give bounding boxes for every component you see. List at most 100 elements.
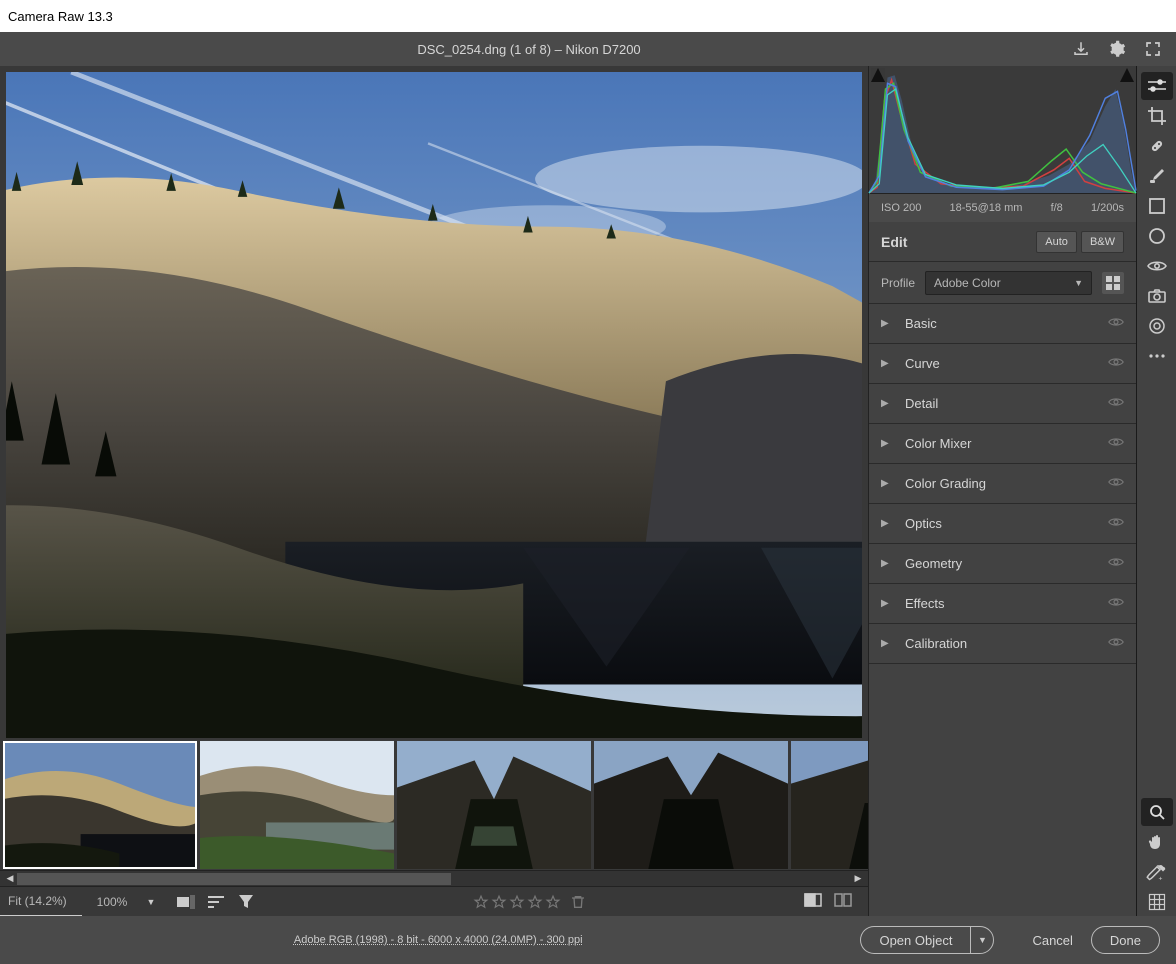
- chevron-right-icon: ▶: [881, 558, 895, 569]
- done-label: Done: [1110, 933, 1141, 948]
- compare-options: [788, 893, 868, 910]
- eye-icon[interactable]: [1108, 476, 1124, 492]
- panel-label: Detail: [905, 396, 938, 411]
- scroll-right-icon[interactable]: ▶: [851, 873, 865, 885]
- single-view-icon[interactable]: [178, 894, 194, 910]
- meta-iso: ISO 200: [881, 202, 921, 214]
- chevron-right-icon: ▶: [881, 518, 895, 529]
- main-preview[interactable]: [6, 72, 862, 738]
- split-view-icon[interactable]: [834, 893, 852, 910]
- panel-geometry[interactable]: ▶ Geometry: [869, 544, 1136, 584]
- zoom-level[interactable]: 100%: [82, 895, 142, 909]
- brush-tool-icon[interactable]: [1141, 162, 1173, 190]
- chevron-right-icon: ▶: [881, 398, 895, 409]
- redeye-tool-icon[interactable]: [1141, 252, 1173, 280]
- zoom-tool-icon[interactable]: [1141, 798, 1173, 826]
- zoom-dropdown-icon[interactable]: ▼: [142, 897, 160, 907]
- filmstrip-thumb[interactable]: [791, 741, 868, 869]
- left-column: ◀ ▶ Fit (14.2%) 100% ▼: [0, 66, 868, 916]
- presets-tool-icon[interactable]: [1141, 312, 1173, 340]
- before-after-icon[interactable]: [804, 893, 822, 910]
- bw-button[interactable]: B&W: [1081, 231, 1124, 253]
- panel-optics[interactable]: ▶Optics: [869, 504, 1136, 544]
- filmstrip[interactable]: [0, 738, 868, 870]
- filmstrip-thumb[interactable]: [3, 741, 197, 869]
- zoom-fit[interactable]: Fit (14.2%): [0, 887, 82, 917]
- snapshot-tool-icon[interactable]: [1141, 282, 1173, 310]
- eye-icon[interactable]: [1108, 356, 1124, 372]
- sort-icon[interactable]: [208, 894, 224, 910]
- heal-tool-icon[interactable]: [1141, 132, 1173, 160]
- profile-browser-button[interactable]: [1102, 272, 1124, 294]
- shadow-clip-icon[interactable]: [871, 68, 885, 82]
- top-bar-actions: [1058, 40, 1176, 58]
- panel-color-grading[interactable]: ▶Color Grading: [869, 464, 1136, 504]
- filmstrip-scrollbar[interactable]: ◀ ▶: [0, 870, 868, 886]
- tool-strip: +: [1136, 66, 1176, 916]
- cancel-button[interactable]: Cancel: [1014, 933, 1090, 948]
- sampler-tool-icon[interactable]: +: [1141, 858, 1173, 886]
- star-icon[interactable]: [510, 895, 524, 909]
- chevron-right-icon: ▶: [881, 358, 895, 369]
- eye-icon[interactable]: [1108, 396, 1124, 412]
- scroll-thumb[interactable]: [17, 873, 451, 885]
- open-object-button[interactable]: Open Object: [860, 926, 970, 954]
- open-object-dropdown[interactable]: ▼: [970, 926, 994, 954]
- radial-gradient-tool-icon[interactable]: [1141, 222, 1173, 250]
- filter-icon[interactable]: [238, 894, 254, 910]
- linear-gradient-tool-icon[interactable]: [1141, 192, 1173, 220]
- save-icon[interactable]: [1072, 40, 1090, 58]
- panel-effects[interactable]: ▶Effects: [869, 584, 1136, 624]
- open-object-label: Open Object: [879, 933, 952, 948]
- star-icon[interactable]: [528, 895, 542, 909]
- panel-calibration[interactable]: ▶Calibration: [869, 624, 1136, 664]
- star-icon[interactable]: [546, 895, 560, 909]
- edit-tool-icon[interactable]: [1141, 72, 1173, 100]
- cancel-label: Cancel: [1032, 933, 1072, 948]
- app-root: DSC_0254.dng (1 of 8) – Nikon D7200: [0, 32, 1176, 964]
- star-icon[interactable]: [474, 895, 488, 909]
- eye-icon[interactable]: [1108, 516, 1124, 532]
- panel-curve[interactable]: ▶Curve: [869, 344, 1136, 384]
- filmstrip-thumb[interactable]: [594, 741, 788, 869]
- workflow-text: Adobe RGB (1998) - 8 bit - 6000 x 4000 (…: [294, 934, 583, 946]
- star-rating[interactable]: [474, 894, 586, 910]
- done-button[interactable]: Done: [1091, 926, 1160, 954]
- workflow-link[interactable]: Adobe RGB (1998) - 8 bit - 6000 x 4000 (…: [16, 934, 860, 946]
- zoom-level-label: 100%: [97, 895, 128, 909]
- edit-panel: ISO 200 18-55@18 mm f/8 1/200s Edit Auto…: [868, 66, 1136, 916]
- profile-value: Adobe Color: [934, 276, 1001, 290]
- chevron-right-icon: ▶: [881, 478, 895, 489]
- profile-select[interactable]: Adobe Color ▼: [925, 271, 1092, 295]
- eye-icon[interactable]: [1108, 596, 1124, 612]
- panel-color-mixer[interactable]: ▶Color Mixer: [869, 424, 1136, 464]
- fullscreen-icon[interactable]: [1144, 40, 1162, 58]
- panel-label: Geometry: [905, 556, 962, 571]
- gear-icon[interactable]: [1108, 40, 1126, 58]
- histogram[interactable]: [869, 66, 1136, 194]
- file-info: DSC_0254.dng (1 of 8) – Nikon D7200: [0, 42, 1058, 57]
- trash-icon[interactable]: [570, 894, 586, 910]
- scroll-left-icon[interactable]: ◀: [3, 873, 17, 885]
- chevron-down-icon: ▼: [978, 935, 987, 945]
- eye-icon[interactable]: [1108, 636, 1124, 652]
- eye-icon[interactable]: [1108, 316, 1124, 332]
- panel-detail[interactable]: ▶ Detail: [869, 384, 1136, 424]
- more-tool-icon[interactable]: [1141, 342, 1173, 370]
- hand-tool-icon[interactable]: [1141, 828, 1173, 856]
- open-object-split: Open Object ▼: [860, 926, 994, 954]
- scroll-track[interactable]: [17, 873, 851, 885]
- auto-button[interactable]: Auto: [1036, 231, 1077, 253]
- eye-icon[interactable]: [1108, 556, 1124, 572]
- star-icon[interactable]: [492, 895, 506, 909]
- highlight-clip-icon[interactable]: [1120, 68, 1134, 82]
- edit-title: Edit: [881, 234, 1032, 250]
- window-title: Camera Raw 13.3: [0, 0, 1176, 32]
- panel-basic[interactable]: ▶Basic: [869, 304, 1136, 344]
- crop-tool-icon[interactable]: [1141, 102, 1173, 130]
- filmstrip-thumb[interactable]: [397, 741, 591, 869]
- edit-header: Edit Auto B&W: [869, 222, 1136, 262]
- eye-icon[interactable]: [1108, 436, 1124, 452]
- filmstrip-thumb[interactable]: [200, 741, 394, 869]
- grid-tool-icon[interactable]: [1141, 888, 1173, 916]
